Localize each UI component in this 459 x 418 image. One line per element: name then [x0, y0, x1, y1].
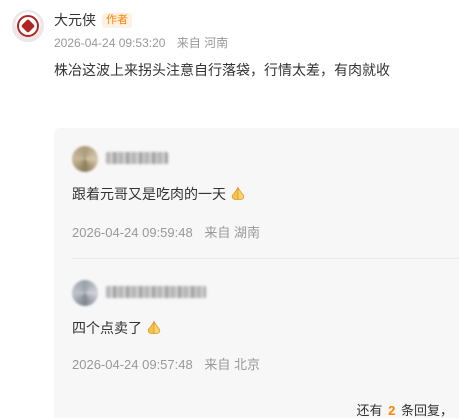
- reply-text: 四个点卖了: [72, 320, 142, 336]
- post-content: 株冶这波上来拐头注意自行落袋，行情太差，有肉就收: [54, 62, 390, 78]
- reply-divider: [72, 258, 459, 259]
- reply-content: 跟着元哥又是吃肉的一天: [72, 184, 247, 204]
- more-replies-prefix: 还有: [356, 403, 383, 418]
- replies-panel: 跟着元哥又是吃肉的一天 2026-04-24 09:59:48 来自 湖南 四个…: [54, 128, 459, 418]
- author-avatar[interactable]: [12, 10, 44, 42]
- reply-avatar[interactable]: [72, 146, 98, 172]
- reply-meta: 2026-04-24 09:59:48 来自 湖南: [72, 222, 260, 241]
- reply-location: 来自 北京: [204, 357, 260, 372]
- reply-timestamp: 2026-04-24 09:59:48: [72, 225, 193, 240]
- reply-item: 四个点卖了 2026-04-24 09:57:48 来自 北京: [54, 266, 459, 372]
- reply-username-blurred[interactable]: [106, 152, 168, 164]
- praying-hands-icon: [231, 186, 245, 200]
- reply-item: 跟着元哥又是吃肉的一天 2026-04-24 09:59:48 来自 湖南: [54, 128, 459, 258]
- author-row: 大元侠 作者: [54, 10, 132, 30]
- more-replies-link[interactable]: 还有 2 条回复，: [356, 400, 453, 418]
- praying-hands-icon: [147, 320, 161, 334]
- reply-content: 四个点卖了: [72, 318, 163, 338]
- seal-logo-icon: [17, 15, 39, 37]
- post-location: 来自 河南: [176, 36, 229, 50]
- comment-thread: 大元侠 作者 2026-04-24 09:53:20 来自 河南 株冶这波上来拐…: [0, 0, 459, 418]
- reply-meta: 2026-04-24 09:57:48 来自 北京: [72, 354, 260, 373]
- more-replies-suffix: 条回复，: [400, 403, 453, 418]
- reply-timestamp: 2026-04-24 09:57:48: [72, 357, 193, 372]
- author-name[interactable]: 大元侠: [54, 10, 96, 30]
- post-meta: 2026-04-24 09:53:20 来自 河南: [54, 34, 228, 51]
- more-replies-count: 2: [388, 403, 396, 418]
- reply-avatar[interactable]: [72, 280, 98, 306]
- reply-text: 跟着元哥又是吃肉的一天: [72, 186, 226, 202]
- author-badge: 作者: [102, 12, 132, 28]
- reply-username-blurred[interactable]: [106, 286, 206, 298]
- reply-location: 来自 湖南: [204, 225, 260, 240]
- post-timestamp: 2026-04-24 09:53:20: [54, 36, 166, 50]
